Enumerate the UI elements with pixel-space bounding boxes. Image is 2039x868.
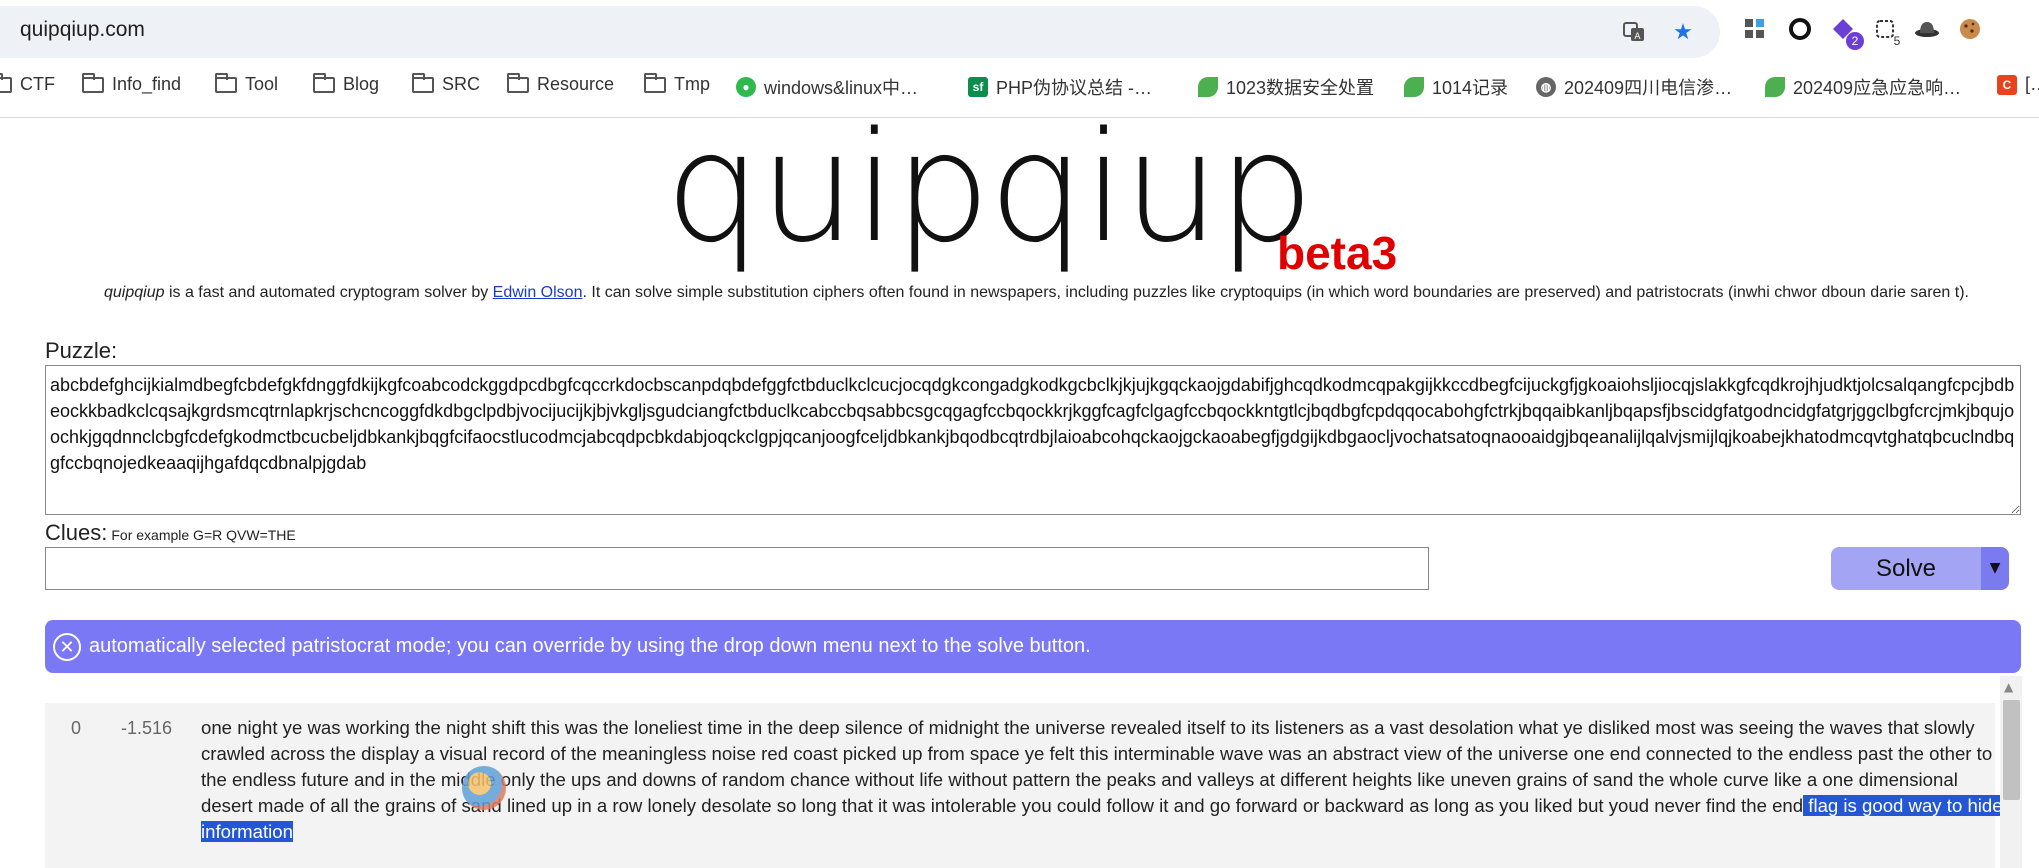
beta-label: beta3 bbox=[1277, 227, 1398, 279]
folder-icon bbox=[215, 72, 237, 93]
scroll-up-arrow-icon[interactable]: ▲ bbox=[2004, 680, 2013, 694]
scrollbar-thumb[interactable] bbox=[2003, 700, 2020, 800]
bookmark-item[interactable]: C[… bbox=[1997, 74, 2039, 95]
folder-icon bbox=[507, 72, 529, 93]
extension-count-badge: 2 bbox=[1846, 32, 1864, 50]
bookmark-item[interactable]: Tool bbox=[215, 72, 278, 95]
solve-button[interactable]: Solve bbox=[1831, 547, 1981, 590]
folder-icon bbox=[644, 72, 666, 93]
folder-icon bbox=[0, 72, 12, 93]
clues-input[interactable] bbox=[45, 547, 1429, 590]
result-rank: 0 bbox=[71, 718, 82, 738]
puzzle-label: Puzzle: bbox=[45, 338, 118, 363]
extension-count-badge: 5 bbox=[1893, 34, 1901, 48]
leaf-icon bbox=[1198, 77, 1218, 97]
leaf-icon bbox=[1765, 77, 1785, 97]
bookmark-item[interactable]: ● windows&linux中… bbox=[736, 74, 918, 100]
bookmark-item[interactable]: sf PHP伪协议总结 -… bbox=[968, 74, 1152, 100]
solve-mode-dropdown[interactable]: ▼ bbox=[1981, 547, 2009, 590]
bookmark-item[interactable]: SRC bbox=[412, 72, 480, 95]
bookmark-star-icon[interactable]: ★ bbox=[1669, 18, 1697, 46]
bookmark-item[interactable]: Blog bbox=[313, 72, 379, 95]
clues-hint: For example G=R QVW=THE bbox=[111, 527, 296, 543]
folder-icon bbox=[313, 72, 335, 93]
clues-label: Clues: For example G=R QVW=THE bbox=[45, 520, 296, 545]
bookmark-item[interactable]: Tmp bbox=[644, 72, 710, 95]
translate-icon[interactable]: A bbox=[1620, 18, 1648, 46]
result-score: -1.516 bbox=[121, 718, 173, 738]
close-icon[interactable]: ✕ bbox=[53, 633, 81, 661]
bookmark-item[interactable]: 202409应急应急响… bbox=[1765, 74, 1961, 100]
leaf-icon bbox=[1404, 77, 1424, 97]
bookmark-item[interactable]: Info_find bbox=[82, 72, 181, 95]
folder-icon bbox=[82, 72, 104, 93]
bookmark-item[interactable]: 1023数据安全处置 bbox=[1198, 74, 1374, 100]
extension-ring-icon[interactable] bbox=[1785, 14, 1815, 44]
bookmark-item[interactable]: 1014记录 bbox=[1404, 74, 1508, 100]
mode-alert: ✕ automatically selected patristocrat mo… bbox=[45, 620, 2021, 673]
site-description: quipqiup is a fast and automated cryptog… bbox=[104, 284, 1969, 301]
cursor-overlay-icon bbox=[462, 766, 506, 810]
folder-icon bbox=[412, 72, 434, 93]
c-icon: C bbox=[1997, 74, 2017, 95]
globe-icon: ◍ bbox=[1536, 77, 1556, 97]
extension-cookie-icon[interactable] bbox=[1955, 14, 1985, 44]
address-bar[interactable]: quipqiup.com A ★ bbox=[0, 6, 1720, 58]
extension-puzzle-icon[interactable]: 5 bbox=[1870, 14, 1900, 48]
bookmark-item[interactable]: CTF bbox=[0, 72, 55, 95]
sf-icon: sf bbox=[968, 77, 988, 97]
wechat-icon: ● bbox=[736, 77, 756, 97]
author-link[interactable]: Edwin Olson bbox=[493, 284, 583, 301]
extension-hat-icon[interactable] bbox=[1912, 14, 1942, 44]
desc-site-name: quipqiup bbox=[104, 284, 165, 301]
alert-text: automatically selected patristocrat mode… bbox=[89, 635, 1091, 657]
result-row: 0 -1.516 one night ye was working the ni… bbox=[45, 703, 2003, 868]
bookmark-item[interactable]: Resource bbox=[507, 72, 614, 95]
url-text[interactable]: quipqiup.com bbox=[20, 18, 145, 42]
site-logo: quipqiup bbox=[665, 99, 1314, 276]
puzzle-textarea[interactable]: abcbdefghcijkialmdbegfcbdefgkfdnggfdkijk… bbox=[45, 365, 2021, 515]
bookmark-item[interactable]: ◍ 202409四川电信渗… bbox=[1536, 74, 1732, 100]
extension-badge-icon[interactable]: 2 bbox=[1828, 14, 1864, 50]
svg-text:A: A bbox=[1634, 32, 1641, 42]
extension-grid-icon[interactable] bbox=[1740, 14, 1770, 44]
